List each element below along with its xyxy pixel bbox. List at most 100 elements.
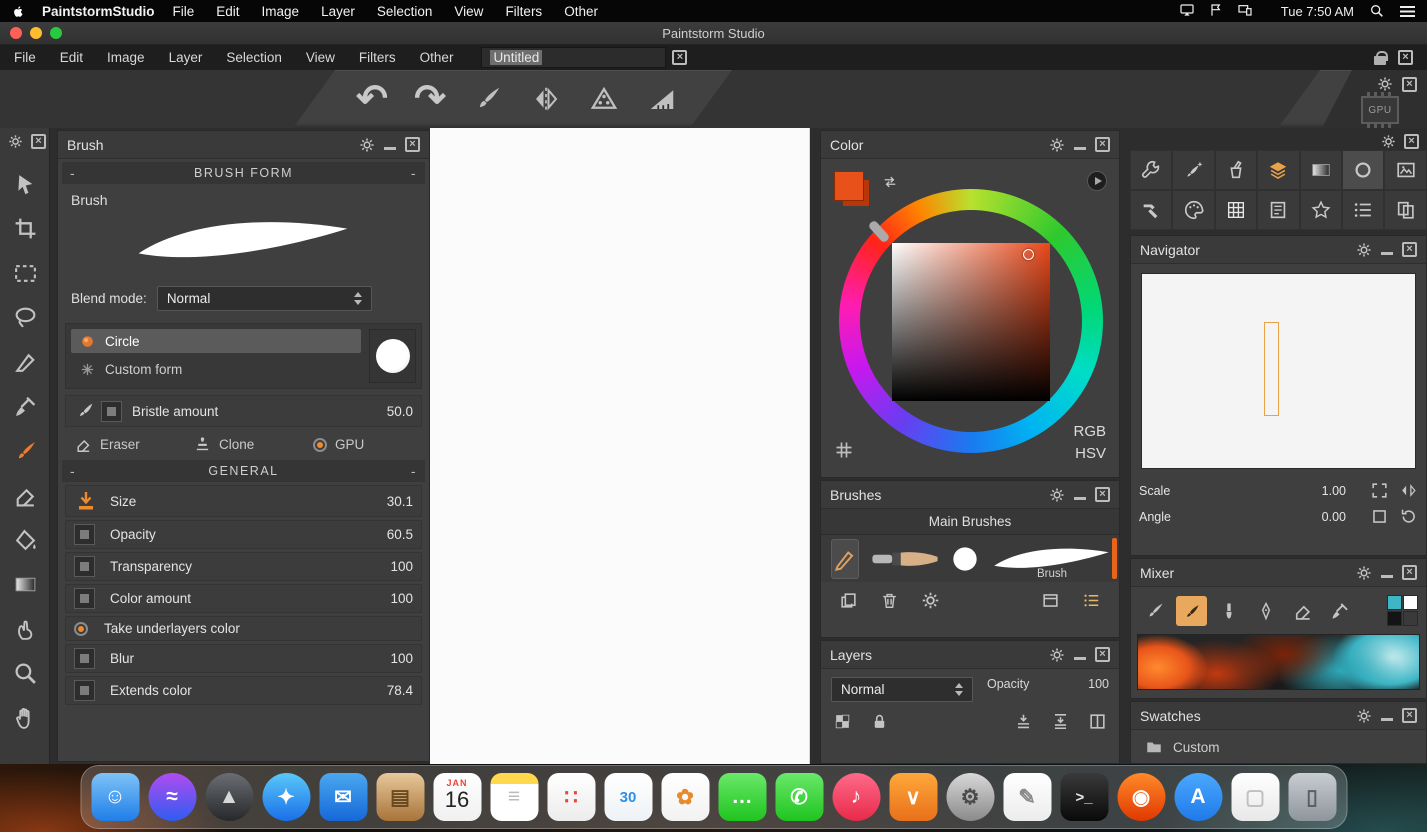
hsv-mode-label[interactable]: HSV bbox=[1073, 443, 1106, 465]
flat-brush[interactable]: Brush bbox=[988, 539, 1116, 579]
input-source-icon[interactable] bbox=[1208, 2, 1224, 18]
transform-tool[interactable] bbox=[0, 162, 50, 207]
sidecar-icon[interactable] bbox=[1237, 2, 1253, 18]
swatches-close-icon[interactable] bbox=[1402, 708, 1417, 723]
app-menu-filters[interactable]: Filters bbox=[359, 50, 396, 65]
rotate-ccw-icon[interactable] bbox=[1399, 507, 1418, 526]
navigator-viewport[interactable] bbox=[1264, 322, 1279, 416]
layers-settings-icon[interactable] bbox=[1049, 647, 1065, 663]
navigator-close-icon[interactable] bbox=[1402, 242, 1417, 257]
dock-launchpad[interactable]: ▲ bbox=[205, 773, 253, 821]
dock-paintstorm[interactable]: ◉ bbox=[1117, 773, 1165, 821]
mode-clone-button[interactable]: Clone bbox=[184, 432, 303, 457]
brush-form-section-bar[interactable]: BRUSH FORM bbox=[62, 162, 425, 184]
menubar-app-name[interactable]: PaintstormStudio bbox=[42, 4, 155, 19]
color-grid-icon[interactable] bbox=[834, 440, 854, 465]
mixer-swatch[interactable] bbox=[1403, 611, 1418, 626]
dock-document[interactable]: ▢ bbox=[1231, 773, 1279, 821]
brush-settings-icon[interactable] bbox=[359, 137, 375, 153]
brushes-duplicate-icon[interactable] bbox=[839, 591, 858, 610]
mixer-brush3-icon[interactable] bbox=[1213, 596, 1244, 626]
mode-eraser-button[interactable]: Eraser bbox=[65, 432, 184, 457]
mixer-close-icon[interactable] bbox=[1402, 565, 1417, 580]
dock-terminal[interactable]: >_ bbox=[1060, 773, 1108, 821]
eraser-tool[interactable] bbox=[0, 474, 50, 519]
dock-textedit[interactable]: ✎ bbox=[1003, 773, 1051, 821]
gradient-tool[interactable] bbox=[0, 563, 50, 608]
sv-cursor[interactable] bbox=[1023, 249, 1034, 260]
pencil-brush[interactable] bbox=[831, 539, 859, 579]
scatter-mode-button[interactable] bbox=[582, 78, 626, 120]
spotlight-icon[interactable] bbox=[1369, 3, 1385, 19]
dock-finder[interactable]: ☺ bbox=[91, 773, 139, 821]
slider-toggle[interactable] bbox=[74, 680, 95, 701]
mixer-color-swatches[interactable] bbox=[1387, 595, 1418, 626]
brushes-panel-icon[interactable] bbox=[1041, 591, 1060, 610]
brush-group-selector[interactable]: Main Brushes bbox=[821, 509, 1119, 535]
menubar-menu-edit[interactable]: Edit bbox=[216, 4, 239, 19]
brushes-gear-icon[interactable] bbox=[921, 591, 940, 610]
brush-panel-header[interactable]: Brush bbox=[58, 131, 429, 159]
mixer-minimize-icon[interactable] bbox=[1381, 575, 1393, 578]
hammer-icon[interactable] bbox=[1130, 190, 1172, 230]
layer-blend-mode-select[interactable]: Normal bbox=[831, 677, 973, 702]
palette-icon[interactable] bbox=[1172, 190, 1214, 230]
current-color-swatch[interactable] bbox=[834, 171, 864, 201]
navigator-minimize-icon[interactable] bbox=[1381, 252, 1393, 255]
crop-tool[interactable] bbox=[0, 207, 50, 252]
mirror-paint-button[interactable] bbox=[524, 78, 568, 120]
color-minimize-icon[interactable] bbox=[1074, 147, 1086, 150]
dock-facetime[interactable]: ✆ bbox=[775, 773, 823, 821]
slider-toggle[interactable] bbox=[74, 588, 95, 609]
canvas[interactable] bbox=[430, 128, 810, 764]
lock-icon[interactable] bbox=[1374, 56, 1386, 65]
fill-tool[interactable] bbox=[0, 518, 50, 563]
dock-trash[interactable]: ▯ bbox=[1288, 773, 1336, 821]
list-icon[interactable] bbox=[1342, 190, 1384, 230]
general-section-bar[interactable]: GENERAL bbox=[62, 460, 425, 482]
star-icon[interactable] bbox=[1300, 190, 1342, 230]
dock-calendar[interactable]: JAN16 bbox=[433, 773, 481, 821]
navigator-settings-icon[interactable] bbox=[1356, 242, 1372, 258]
brushes-settings-icon[interactable] bbox=[1049, 487, 1065, 503]
mixer-swatch[interactable] bbox=[1387, 595, 1402, 610]
color-play-button[interactable] bbox=[1085, 169, 1109, 198]
brush-tool[interactable] bbox=[0, 429, 50, 474]
swatches-custom-folder[interactable]: Custom bbox=[1131, 730, 1426, 764]
dock-siri[interactable]: ≈ bbox=[148, 773, 196, 821]
mixer-eraser-icon[interactable] bbox=[1287, 596, 1318, 626]
note-icon[interactable] bbox=[1257, 190, 1299, 230]
right-dock-settings-icon[interactable] bbox=[1381, 134, 1396, 149]
notification-center-icon[interactable] bbox=[1400, 6, 1415, 17]
layers-icon[interactable] bbox=[1257, 150, 1299, 190]
layers-merge-all-icon[interactable] bbox=[1051, 712, 1070, 731]
dock-books[interactable]: ∨ bbox=[889, 773, 937, 821]
bristle-amount-row[interactable]: Bristle amount 50.0 bbox=[65, 395, 422, 427]
dock-mail[interactable]: ✉ bbox=[319, 773, 367, 821]
menubar-menu-view[interactable]: View bbox=[454, 4, 483, 19]
eyedropper-tool[interactable] bbox=[0, 385, 50, 430]
brushes-panel-header[interactable]: Brushes bbox=[821, 481, 1119, 509]
dock-system-preferences[interactable]: ⚙ bbox=[946, 773, 994, 821]
layers-columns-icon[interactable] bbox=[1088, 712, 1107, 731]
square-icon[interactable] bbox=[1370, 507, 1389, 526]
flip-h-icon[interactable] bbox=[1399, 481, 1418, 500]
mode-gpu-button[interactable]: GPU bbox=[303, 432, 422, 457]
navigator-panel-header[interactable]: Navigator bbox=[1131, 236, 1426, 264]
slider-toggle[interactable] bbox=[74, 648, 95, 669]
navigator-preview[interactable] bbox=[1141, 273, 1416, 469]
ruler-button[interactable] bbox=[640, 78, 684, 120]
menubar-menu-filters[interactable]: Filters bbox=[505, 4, 542, 19]
left-dock-settings-icon[interactable] bbox=[8, 134, 23, 149]
bristle-brush[interactable] bbox=[868, 539, 942, 579]
mixer-panel-header[interactable]: Mixer bbox=[1131, 559, 1426, 587]
marquee-tool[interactable] bbox=[0, 251, 50, 296]
left-dock-close-icon[interactable] bbox=[31, 134, 46, 149]
brush-mode-button[interactable] bbox=[466, 78, 510, 120]
swatches-minimize-icon[interactable] bbox=[1381, 718, 1393, 721]
round-brush[interactable] bbox=[951, 539, 979, 579]
layers-lock-icon[interactable] bbox=[870, 712, 889, 731]
smudge-tool[interactable] bbox=[0, 607, 50, 652]
mixer-canvas[interactable] bbox=[1137, 634, 1420, 690]
layers-merge-down-icon[interactable] bbox=[1014, 712, 1033, 731]
